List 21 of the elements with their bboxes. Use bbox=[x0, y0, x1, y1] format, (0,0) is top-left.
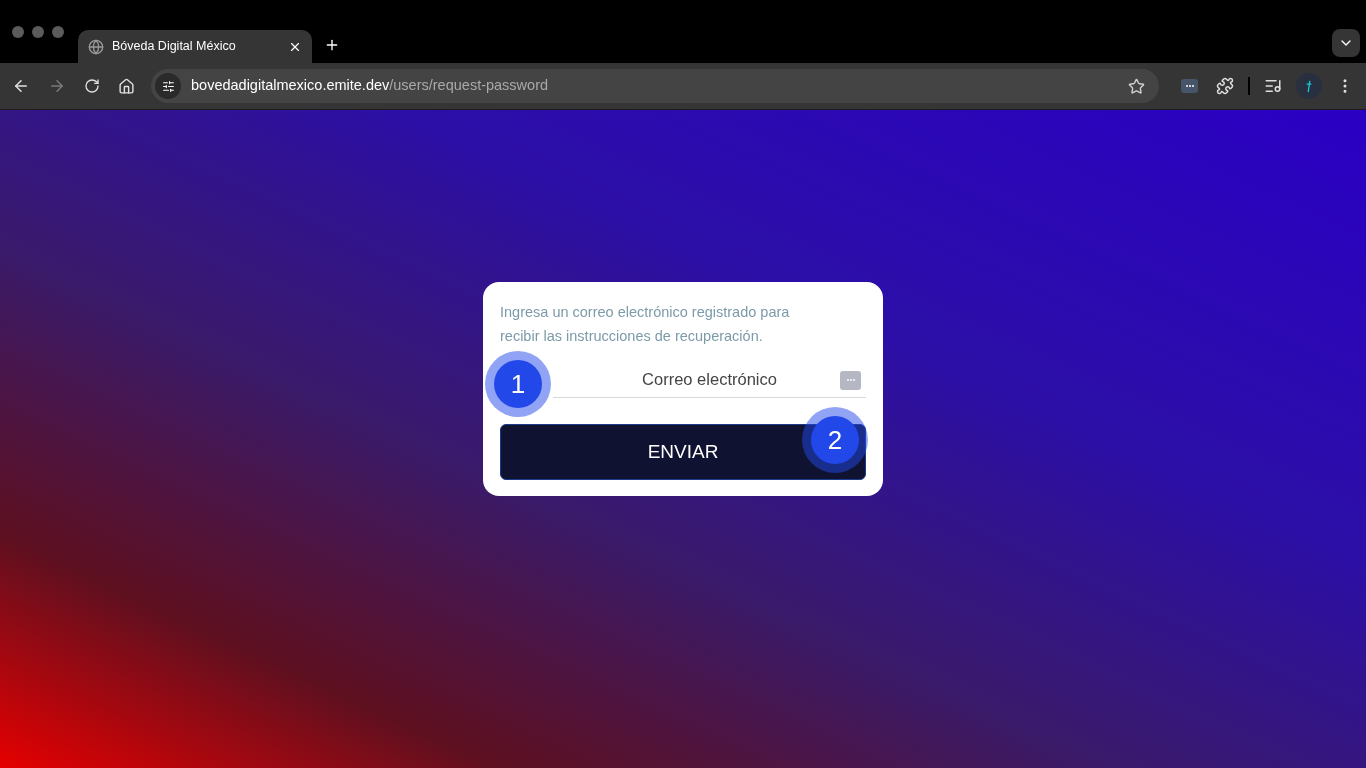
media-control-icon[interactable] bbox=[1264, 77, 1282, 95]
url-text: bovedadigitalmexico.emite.dev/users/request-password bbox=[191, 76, 550, 96]
globe-icon bbox=[88, 38, 104, 55]
email-field[interactable]: Correo electrónico bbox=[553, 362, 866, 398]
back-icon[interactable] bbox=[12, 77, 30, 95]
step-marker: 1 bbox=[485, 351, 551, 417]
password-extension-icon[interactable] bbox=[1181, 79, 1198, 93]
browser-tab[interactable]: Bóveda Digital México bbox=[78, 30, 312, 63]
site-settings-icon[interactable] bbox=[155, 73, 181, 99]
tab-list-button[interactable] bbox=[1332, 29, 1360, 57]
extensions-icon[interactable] bbox=[1216, 77, 1234, 95]
step-marker: 2 bbox=[802, 407, 868, 473]
tab-title: Bóveda Digital México bbox=[112, 38, 237, 56]
profile-avatar[interactable] bbox=[1296, 73, 1322, 99]
address-bar[interactable]: bovedadigitalmexico.emite.dev/users/request-password bbox=[151, 69, 1159, 103]
bookmark-star-icon[interactable] bbox=[1128, 77, 1145, 95]
reload-icon[interactable] bbox=[84, 78, 100, 94]
home-icon[interactable] bbox=[118, 77, 135, 95]
new-tab-icon[interactable] bbox=[324, 37, 340, 53]
forward-icon[interactable] bbox=[48, 77, 66, 95]
instructions-text: Ingresa un correo electrónico registrado para recibir las instrucciones de recuperación. bbox=[500, 303, 791, 346]
